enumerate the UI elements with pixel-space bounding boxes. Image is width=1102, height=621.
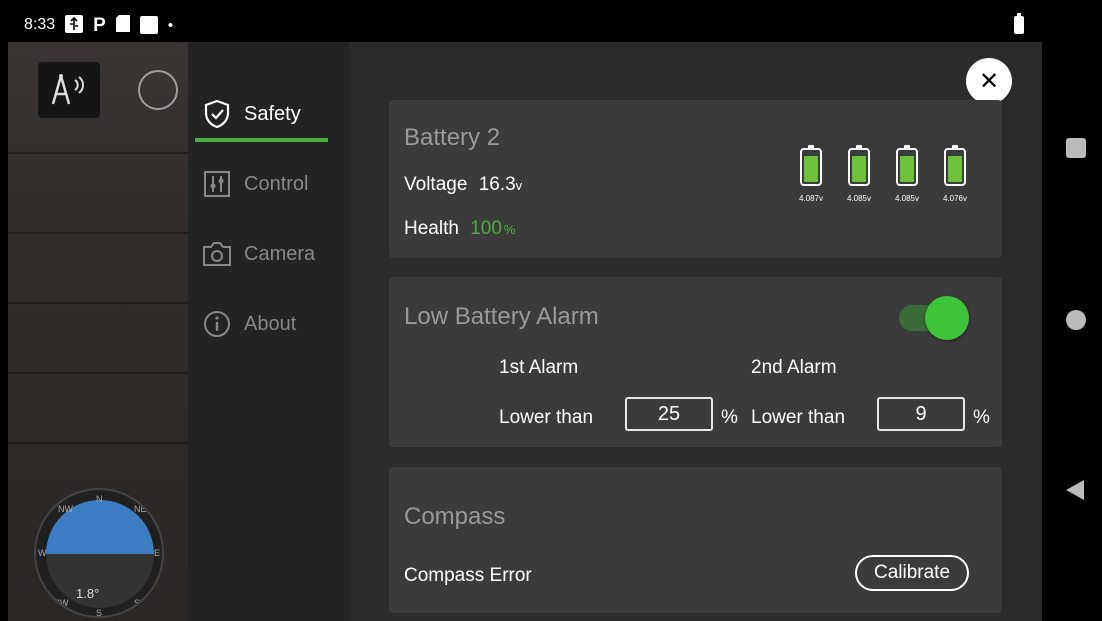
feed-shelf bbox=[8, 442, 188, 444]
gimbal-icon[interactable] bbox=[138, 70, 178, 110]
low-battery-alarm-card: Low Battery Alarm 1st Alarm 2nd Alarm Lo… bbox=[389, 277, 1002, 447]
active-tab-indicator bbox=[195, 138, 328, 142]
info-icon bbox=[202, 309, 232, 339]
health-unit: % bbox=[503, 222, 516, 237]
second-alarm-label: 2nd Alarm bbox=[751, 357, 837, 378]
parking-icon: P bbox=[93, 14, 106, 36]
safety-settings-panel: ✕ Battery 2 Voltage 16.3v Health 100% 4.… bbox=[349, 42, 1042, 621]
battery-cells: 4.087v 4.085v 4.085v 4.076v bbox=[791, 145, 975, 203]
calibrate-button[interactable]: Calibrate bbox=[855, 555, 969, 591]
menu-item-camera[interactable]: Camera bbox=[202, 232, 332, 276]
sd-card-icon bbox=[115, 15, 130, 35]
battery-cell-voltage: 4.087v bbox=[798, 194, 824, 203]
compass-label: NW bbox=[58, 504, 73, 514]
voltage-row: Voltage 16.3v bbox=[404, 174, 522, 196]
battery-cell: 4.076v bbox=[935, 145, 975, 203]
first-alarm-input[interactable]: 25 bbox=[625, 397, 713, 431]
battery-cell-voltage: 4.085v bbox=[846, 194, 872, 203]
compass-title: Compass bbox=[404, 503, 506, 530]
low-battery-alarm-title: Low Battery Alarm bbox=[404, 303, 599, 330]
menu-item-label: Safety bbox=[244, 102, 301, 125]
compass-card: Compass Compass Error Calibrate bbox=[389, 467, 1002, 613]
menu-item-label: Camera bbox=[244, 242, 316, 265]
health-value: 100 bbox=[470, 218, 502, 239]
feed-shelf bbox=[8, 372, 188, 374]
menu-item-label: About bbox=[244, 312, 297, 335]
battery-cell-icon bbox=[944, 145, 966, 186]
feed-shelf bbox=[8, 302, 188, 304]
sliders-icon bbox=[202, 169, 232, 199]
back-icon[interactable] bbox=[1066, 480, 1084, 500]
camera-icon bbox=[202, 239, 232, 269]
compass-label: E bbox=[154, 548, 161, 558]
feed-shelf bbox=[8, 152, 188, 154]
first-alarm-label: 1st Alarm bbox=[499, 357, 579, 378]
compass-label: N bbox=[96, 494, 103, 504]
antenna-icon bbox=[51, 74, 84, 105]
battery-cell-fill bbox=[948, 156, 962, 182]
attitude-tilt-value: 1.8° bbox=[76, 586, 100, 601]
voltage-unit: v bbox=[515, 178, 523, 193]
first-alarm-prefix: Lower than bbox=[499, 407, 594, 428]
feed-shelf bbox=[8, 232, 188, 234]
recent-apps-icon[interactable] bbox=[1066, 138, 1086, 158]
voltage-label: Voltage bbox=[404, 174, 468, 195]
close-button[interactable]: ✕ bbox=[966, 58, 1012, 104]
compass-label: W bbox=[38, 548, 47, 558]
dot-icon: • bbox=[167, 16, 174, 34]
attitude-indicator: NW N NE W E SW S SE 1.8° bbox=[34, 488, 164, 618]
second-alarm-unit: % bbox=[973, 407, 990, 428]
first-alarm-unit: % bbox=[721, 407, 738, 428]
health-row: Health 100% bbox=[404, 218, 515, 240]
battery-cell-fill bbox=[804, 156, 818, 182]
toggle-knob bbox=[925, 296, 969, 340]
close-icon: ✕ bbox=[978, 67, 1000, 95]
system-nav-bar bbox=[1042, 8, 1102, 621]
shield-check-icon bbox=[202, 99, 232, 129]
screenshot-icon bbox=[139, 16, 158, 34]
signal-tool-button[interactable] bbox=[38, 62, 100, 118]
battery-cell-voltage: 4.076v bbox=[942, 194, 968, 203]
usb-icon bbox=[65, 14, 84, 36]
menu-item-safety[interactable]: Safety bbox=[202, 92, 332, 136]
compass-label: S bbox=[96, 608, 103, 618]
low-battery-alarm-toggle[interactable] bbox=[899, 295, 969, 340]
status-time: 8:33 bbox=[24, 16, 56, 33]
battery-cell-fill bbox=[900, 156, 914, 182]
battery-cell: 4.085v bbox=[839, 145, 879, 203]
battery-title: Battery 2 bbox=[404, 124, 501, 151]
second-alarm-input[interactable]: 9 bbox=[877, 397, 965, 431]
home-icon[interactable] bbox=[1066, 310, 1086, 330]
menu-item-label: Control bbox=[244, 172, 309, 195]
menu-item-control[interactable]: Control bbox=[202, 162, 332, 206]
battery-cell-icon bbox=[800, 145, 822, 186]
health-label: Health bbox=[404, 218, 459, 239]
status-bar: 8:33 P • bbox=[8, 8, 1042, 42]
compass-label: NE bbox=[134, 504, 147, 514]
battery-cell-voltage: 4.085v bbox=[894, 194, 920, 203]
menu-item-about[interactable]: About bbox=[202, 302, 332, 346]
battery-cell-icon bbox=[896, 145, 918, 186]
battery-card: Battery 2 Voltage 16.3v Health 100% 4.08… bbox=[389, 100, 1002, 258]
battery-icon bbox=[1014, 13, 1024, 34]
settings-menu: Safety Control Camera About bbox=[188, 42, 349, 621]
compass-status: Compass Error bbox=[404, 565, 532, 586]
battery-cell-fill bbox=[852, 156, 866, 182]
second-alarm-prefix: Lower than bbox=[751, 407, 846, 428]
voltage-value: 16.3 bbox=[478, 174, 516, 195]
battery-cell: 4.085v bbox=[887, 145, 927, 203]
compass-label: SW bbox=[54, 598, 69, 608]
camera-feed: NW N NE W E SW S SE 1.8° bbox=[8, 42, 188, 621]
compass-label: SE bbox=[134, 598, 147, 608]
battery-cell-icon bbox=[848, 145, 870, 186]
battery-cell: 4.087v bbox=[791, 145, 831, 203]
